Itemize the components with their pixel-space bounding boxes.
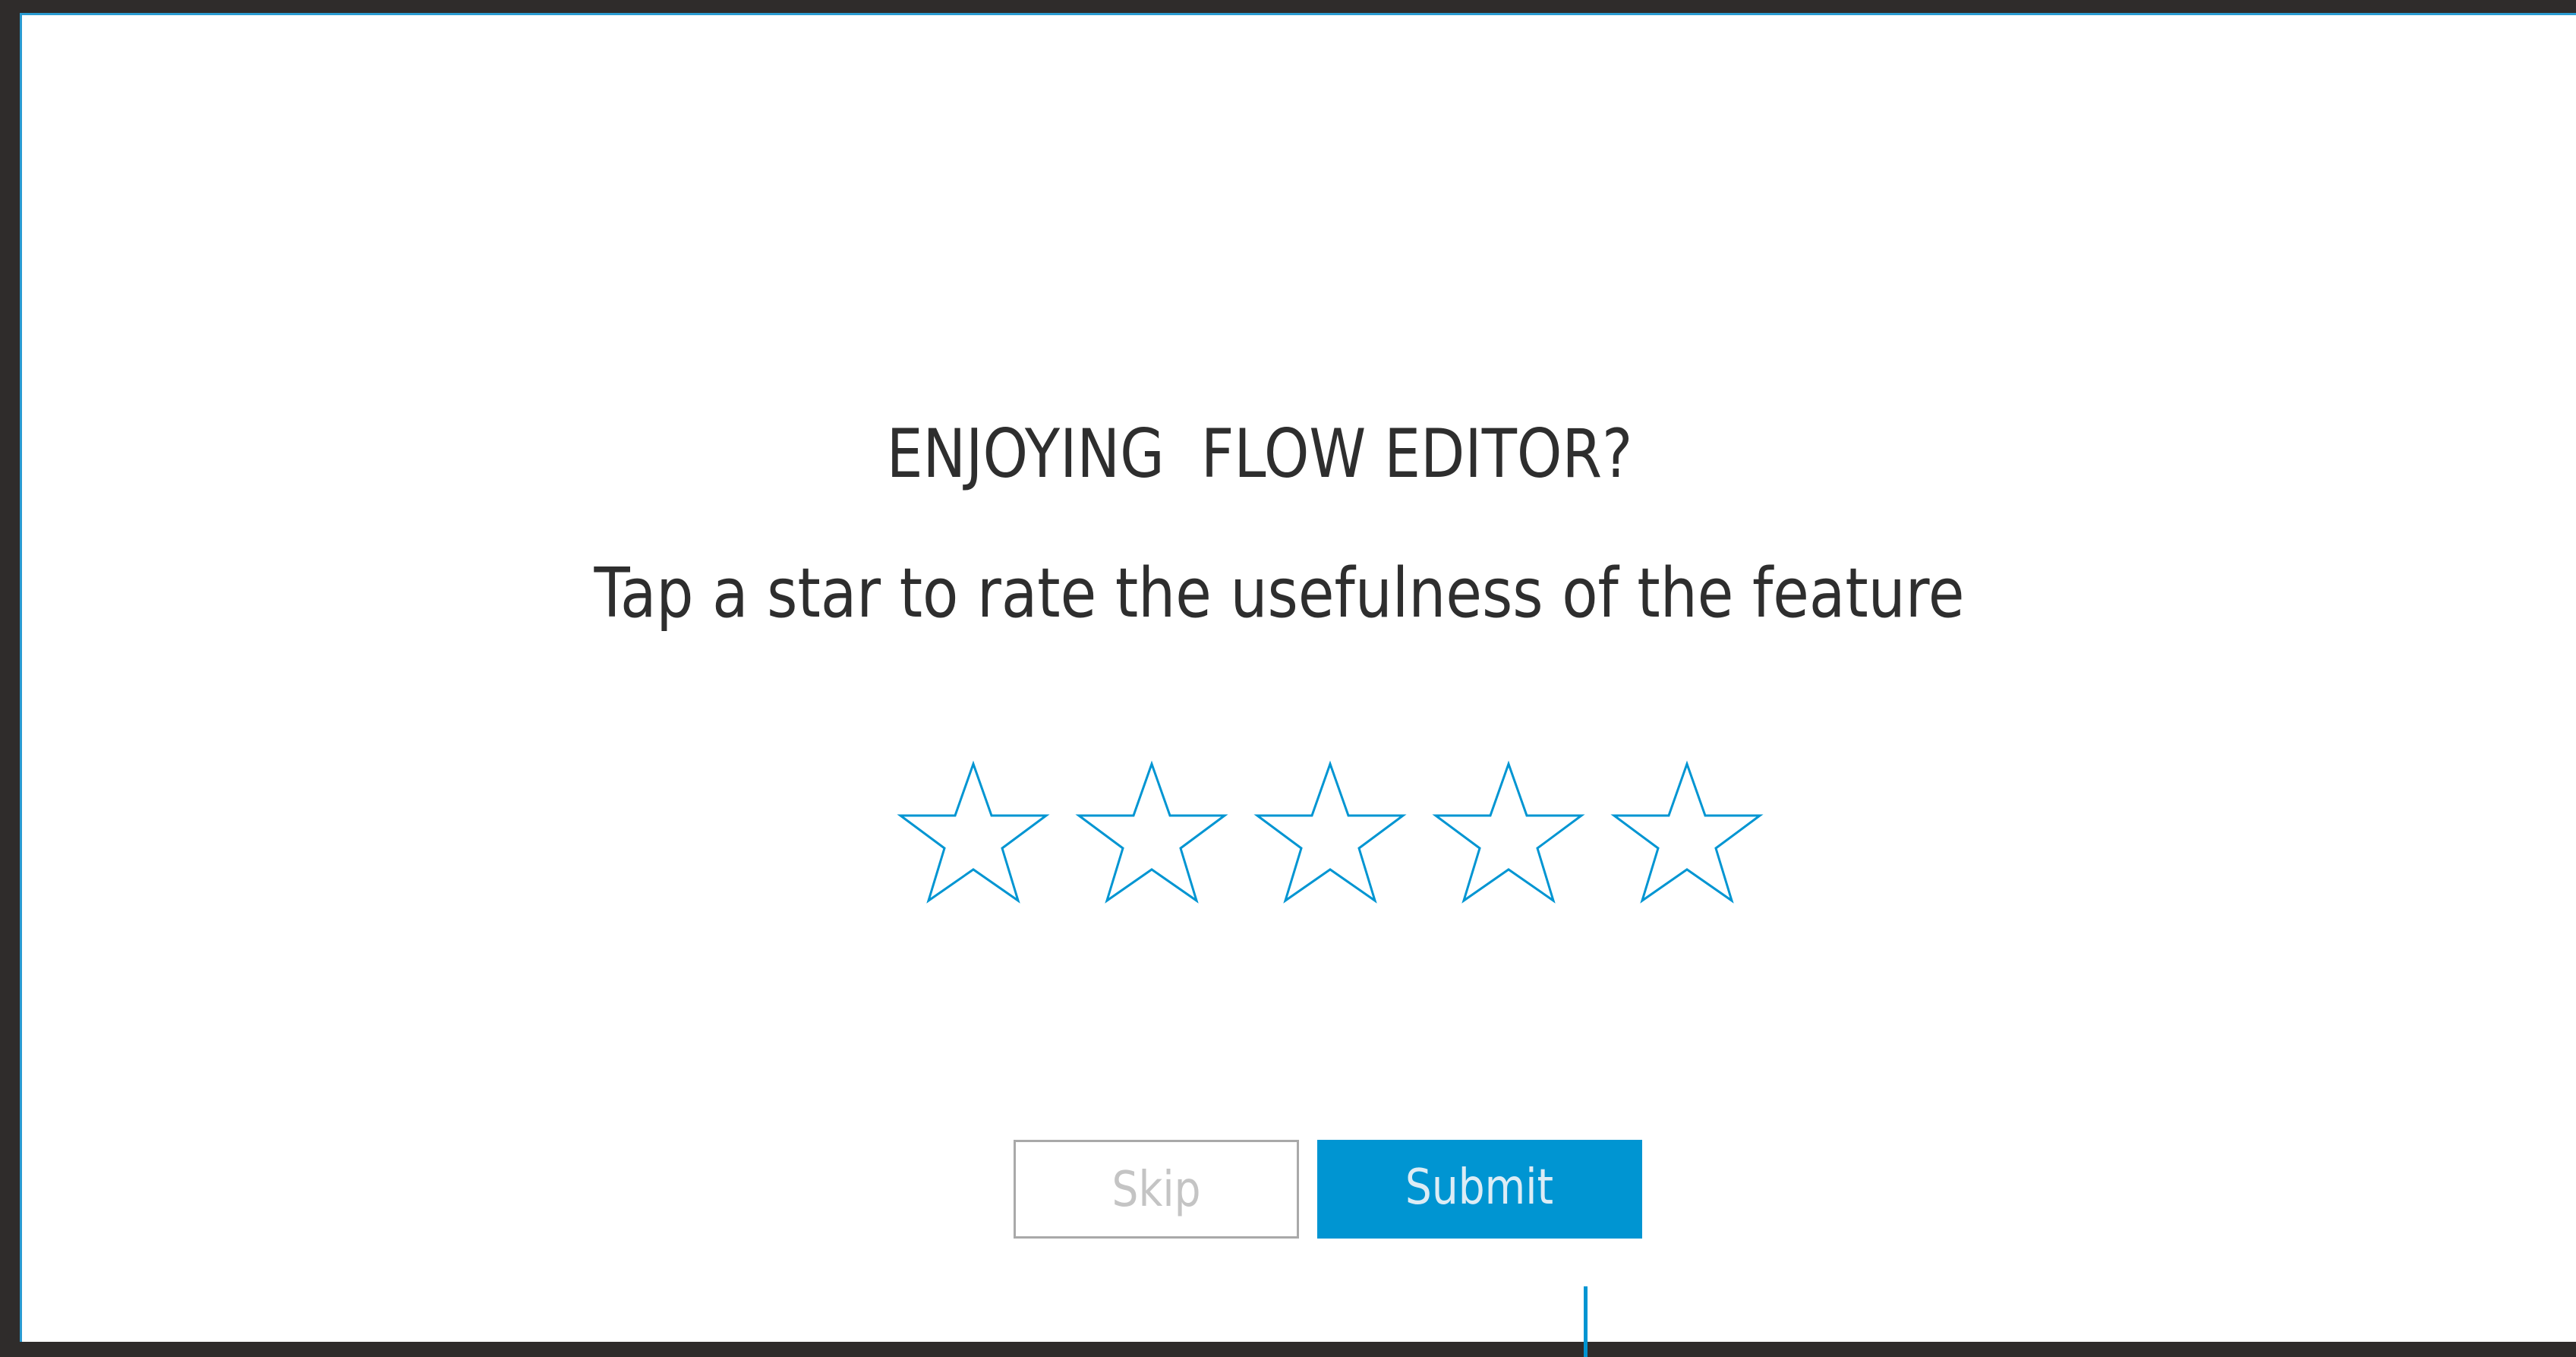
star-rating (894, 759, 1767, 919)
star-4-button[interactable] (1429, 759, 1588, 919)
dialog-subtitle: Tap a star to rate the usefulness of the… (594, 554, 1965, 633)
star-1-button[interactable] (894, 759, 1053, 919)
star-outline-icon (1607, 759, 1767, 919)
skip-button[interactable]: Skip (1014, 1140, 1299, 1239)
submit-button-label: Submit (1405, 1160, 1554, 1216)
star-3-button[interactable] (1250, 759, 1410, 919)
star-outline-icon (1250, 759, 1410, 919)
submit-button[interactable]: Submit (1317, 1140, 1642, 1239)
star-outline-icon (894, 759, 1053, 919)
star-outline-icon (1429, 759, 1588, 919)
text-cursor (1584, 1286, 1588, 1357)
star-2-button[interactable] (1072, 759, 1231, 919)
star-5-button[interactable] (1607, 759, 1767, 919)
dialog-title: ENJOYING FLOW EDITOR? (886, 415, 1633, 493)
skip-button-label: Skip (1111, 1162, 1201, 1218)
star-outline-icon (1072, 759, 1231, 919)
rating-dialog: ENJOYING FLOW EDITOR? Tap a star to rate… (20, 13, 2576, 1357)
